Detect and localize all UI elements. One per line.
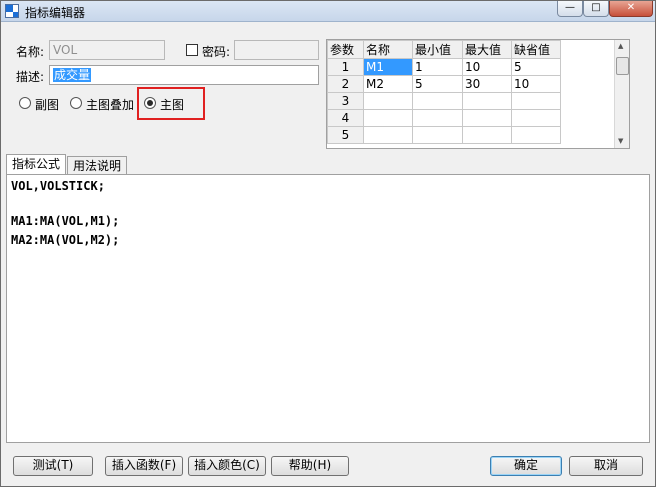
param-max-cell[interactable]: 30	[462, 75, 512, 93]
scroll-thumb[interactable]	[616, 57, 629, 75]
window-title: 指标编辑器	[25, 6, 86, 20]
scroll-up-icon[interactable]: ▲	[618, 42, 623, 50]
minimize-button[interactable]: —	[557, 1, 583, 17]
password-label: 密码:	[202, 45, 231, 59]
params-scrollbar[interactable]: ▲ ▼	[614, 40, 629, 148]
params-table: 参数 名称 最小值 最大值 缺省值 1 M1 1 10 5 2 M2 5 30 …	[327, 40, 561, 144]
param-default-cell[interactable]: 10	[511, 75, 561, 93]
row-number: 5	[327, 126, 364, 144]
col-header-default[interactable]: 缺省值	[511, 40, 561, 59]
tab-formula[interactable]: 指标公式	[6, 154, 67, 175]
test-button[interactable]: 测试(T)	[13, 456, 93, 476]
param-max-cell[interactable]: 10	[462, 58, 512, 76]
param-name-cell[interactable]	[363, 92, 413, 110]
param-max-cell[interactable]	[462, 92, 512, 110]
title-bar[interactable]: 指标编辑器 — □ ✕	[1, 1, 655, 22]
param-max-cell[interactable]	[462, 109, 512, 127]
description-selected-text: 成交量	[53, 68, 92, 82]
help-button[interactable]: 帮助(H)	[271, 456, 349, 476]
param-name-cell[interactable]	[363, 126, 413, 144]
param-default-cell[interactable]	[511, 109, 561, 127]
param-default-cell[interactable]	[511, 92, 561, 110]
param-name-cell[interactable]	[363, 109, 413, 127]
row-number: 3	[327, 92, 364, 110]
params-header-row: 参数 名称 最小值 最大值 缺省值	[327, 40, 561, 59]
param-min-cell[interactable]	[412, 92, 463, 110]
row-number: 4	[327, 109, 364, 127]
table-row: 4	[327, 109, 561, 127]
indicator-editor-window: 指标编辑器 — □ ✕ 名称: VOL 密码: 描述: 成交量 副图 主图叠加 …	[0, 0, 656, 487]
highlight-box	[137, 87, 205, 120]
radio-main-overlay-label: 主图叠加	[86, 98, 135, 112]
param-min-cell[interactable]	[412, 126, 463, 144]
col-header-min[interactable]: 最小值	[412, 40, 463, 59]
code-line: MA1:MA(VOL,M1);	[11, 214, 120, 228]
password-field[interactable]	[234, 40, 319, 60]
param-default-cell[interactable]	[511, 126, 561, 144]
param-max-cell[interactable]	[462, 126, 512, 144]
table-row: 3	[327, 92, 561, 110]
param-min-cell[interactable]: 1	[412, 58, 463, 76]
insert-function-button[interactable]: 插入函数(F)	[105, 456, 183, 476]
param-min-cell[interactable]: 5	[412, 75, 463, 93]
password-checkbox[interactable]	[186, 44, 198, 56]
radio-sub-chart[interactable]	[19, 97, 31, 109]
cancel-button[interactable]: 取消	[569, 456, 643, 476]
code-line: VOL,VOLSTICK;	[11, 179, 105, 193]
formula-editor[interactable]: VOL,VOLSTICK; MA1:MA(VOL,M1); MA2:MA(VOL,M…	[6, 174, 650, 443]
tab-usage[interactable]: 用法说明	[67, 156, 128, 175]
table-row: 1 M1 1 10 5	[327, 58, 561, 76]
table-row: 2 M2 5 30 10	[327, 75, 561, 93]
param-default-cell[interactable]: 5	[511, 58, 561, 76]
table-row: 5	[327, 126, 561, 144]
param-name-cell[interactable]: M2	[363, 75, 413, 93]
row-number: 2	[327, 75, 364, 93]
scroll-down-icon[interactable]: ▼	[618, 137, 623, 145]
params-grid[interactable]: 参数 名称 最小值 最大值 缺省值 1 M1 1 10 5 2 M2 5 30 …	[326, 39, 630, 149]
ok-button[interactable]: 确定	[490, 456, 562, 476]
close-button[interactable]: ✕	[609, 1, 653, 17]
col-header-param[interactable]: 参数	[327, 40, 364, 59]
radio-sub-chart-label: 副图	[35, 98, 60, 112]
name-field[interactable]: VOL	[49, 40, 165, 60]
param-name-cell[interactable]: M1	[363, 58, 413, 76]
insert-color-button[interactable]: 插入颜色(C)	[188, 456, 266, 476]
name-label: 名称:	[16, 45, 45, 59]
col-header-name[interactable]: 名称	[363, 40, 413, 59]
row-number: 1	[327, 58, 364, 76]
code-line: MA2:MA(VOL,M2);	[11, 233, 120, 247]
description-label: 描述:	[16, 70, 45, 84]
col-header-max[interactable]: 最大值	[462, 40, 512, 59]
maximize-button[interactable]: □	[583, 1, 609, 17]
radio-main-overlay[interactable]	[70, 97, 82, 109]
description-field[interactable]: 成交量	[49, 65, 319, 85]
param-min-cell[interactable]	[412, 109, 463, 127]
app-icon	[5, 4, 19, 18]
